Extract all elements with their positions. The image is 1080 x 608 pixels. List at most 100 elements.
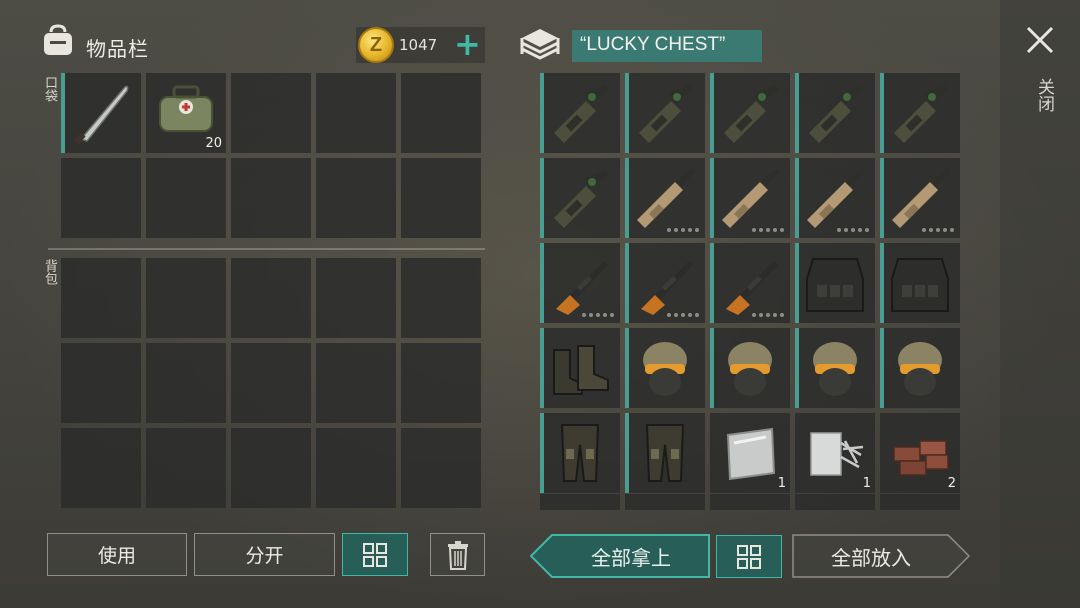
take-all-button[interactable]: 全部拿上 (552, 534, 710, 578)
chest-slot[interactable] (880, 243, 960, 323)
chest-name: “LUCKY CHEST” (572, 30, 762, 62)
split-button[interactable]: 分开 (194, 533, 335, 576)
item-count: 20 (205, 136, 222, 151)
chest-slot[interactable] (540, 243, 620, 323)
grenade-launcher-icon (894, 85, 948, 143)
helmet-icon (813, 342, 857, 396)
nails-icon (810, 432, 864, 476)
backpack-slot[interactable] (61, 343, 141, 423)
durability-dots (752, 313, 784, 317)
chest-slot[interactable] (710, 158, 790, 238)
chest-slot[interactable] (540, 73, 620, 153)
pocket-slot[interactable] (401, 158, 481, 238)
chest-slot[interactable] (880, 158, 960, 238)
coin-amount: 1047 (399, 36, 438, 54)
chest-slot[interactable] (540, 328, 620, 408)
sniper-rifle-icon (641, 261, 693, 315)
combat-boots-icon (553, 345, 609, 395)
backpack-slot[interactable] (61, 428, 141, 508)
durability-dots (837, 228, 869, 232)
pocket-slot[interactable] (231, 73, 311, 153)
chest-slot[interactable] (540, 413, 620, 493)
pocket-slot[interactable] (61, 158, 141, 238)
grenade-launcher-icon (639, 85, 693, 143)
use-button[interactable]: 使用 (47, 533, 187, 576)
chest-slot[interactable] (795, 243, 875, 323)
chest-slot[interactable] (540, 158, 620, 238)
backpack-slot[interactable] (401, 258, 481, 338)
tactical-vest-icon (806, 258, 864, 312)
backpack-slot[interactable] (146, 343, 226, 423)
chest-slot[interactable] (880, 73, 960, 153)
close-icon[interactable] (1024, 24, 1056, 56)
put-all-button[interactable]: 全部放入 (792, 534, 950, 578)
chest-slot[interactable] (625, 328, 705, 408)
chest-slot-partial[interactable] (710, 494, 790, 510)
backpack-label: 背包 (42, 259, 57, 285)
chest-slot[interactable] (795, 158, 875, 238)
chest-slot[interactable] (795, 73, 875, 153)
chest-slot[interactable]: 2 (880, 413, 960, 493)
coin-icon: Z (358, 27, 394, 63)
grenade-launcher-icon (809, 85, 863, 143)
chest-slot[interactable] (795, 328, 875, 408)
backpack-slot[interactable] (61, 258, 141, 338)
pocket-slot[interactable] (146, 158, 226, 238)
durability-dots (582, 313, 614, 317)
backpack-slot[interactable] (401, 428, 481, 508)
pocket-slot[interactable]: 20 (146, 73, 226, 153)
backpack-grid (61, 258, 481, 508)
pocket-label: 口袋 (42, 76, 57, 102)
grenade-launcher-icon (554, 85, 608, 143)
chest-slot-partial[interactable] (880, 494, 960, 510)
sort-button[interactable] (342, 533, 408, 576)
chest-slot[interactable]: 1 (710, 413, 790, 493)
chest-slot[interactable] (625, 73, 705, 153)
chest-slot[interactable] (625, 413, 705, 493)
assault-rifle-icon (807, 168, 865, 228)
durability-dots (922, 228, 954, 232)
chest-slot-partial[interactable] (625, 494, 705, 510)
chest-slot-partial[interactable] (795, 494, 875, 510)
backpack-slot[interactable] (401, 343, 481, 423)
delete-button[interactable] (430, 533, 485, 576)
grid-sort-icon (363, 542, 387, 567)
backpack-slot[interactable] (316, 258, 396, 338)
grenade-launcher-icon (724, 85, 778, 143)
chest-slot[interactable] (625, 158, 705, 238)
add-currency-button[interactable]: + (454, 28, 481, 60)
chest-slot-partial[interactable] (540, 494, 620, 510)
chest-slot[interactable] (710, 73, 790, 153)
pocket-slot[interactable] (61, 73, 141, 153)
chest-grid: 1 1 2 (540, 73, 960, 493)
backpack-slot[interactable] (316, 343, 396, 423)
backpack-slot[interactable] (231, 258, 311, 338)
pocket-slot[interactable] (316, 158, 396, 238)
helmet-icon (728, 342, 772, 396)
chest-slot[interactable] (710, 328, 790, 408)
sniper-rifle-icon (556, 261, 608, 315)
backpack-slot[interactable] (231, 428, 311, 508)
chest-slot[interactable] (880, 328, 960, 408)
pocket-slot[interactable] (316, 73, 396, 153)
helmet-icon (643, 342, 687, 396)
pocket-slot[interactable] (231, 158, 311, 238)
helmet-icon (898, 342, 942, 396)
assault-rifle-icon (722, 168, 780, 228)
chest-slot[interactable] (710, 243, 790, 323)
chest-sort-button[interactable] (716, 535, 782, 578)
sniper-rifle-icon (726, 261, 778, 315)
assault-rifle-icon (892, 168, 950, 228)
backpack-slot[interactable] (146, 428, 226, 508)
steel-plate-icon (726, 427, 776, 481)
backpack-icon (44, 24, 72, 55)
backpack-slot[interactable] (146, 258, 226, 338)
backpack-slot[interactable] (316, 428, 396, 508)
chest-slot[interactable]: 1 (795, 413, 875, 493)
item-count: 1 (777, 476, 786, 491)
close-label[interactable]: 关闭 (1032, 78, 1057, 112)
chest-slot[interactable] (625, 243, 705, 323)
grenade-launcher-icon (554, 170, 608, 228)
pocket-slot[interactable] (401, 73, 481, 153)
backpack-slot[interactable] (231, 343, 311, 423)
